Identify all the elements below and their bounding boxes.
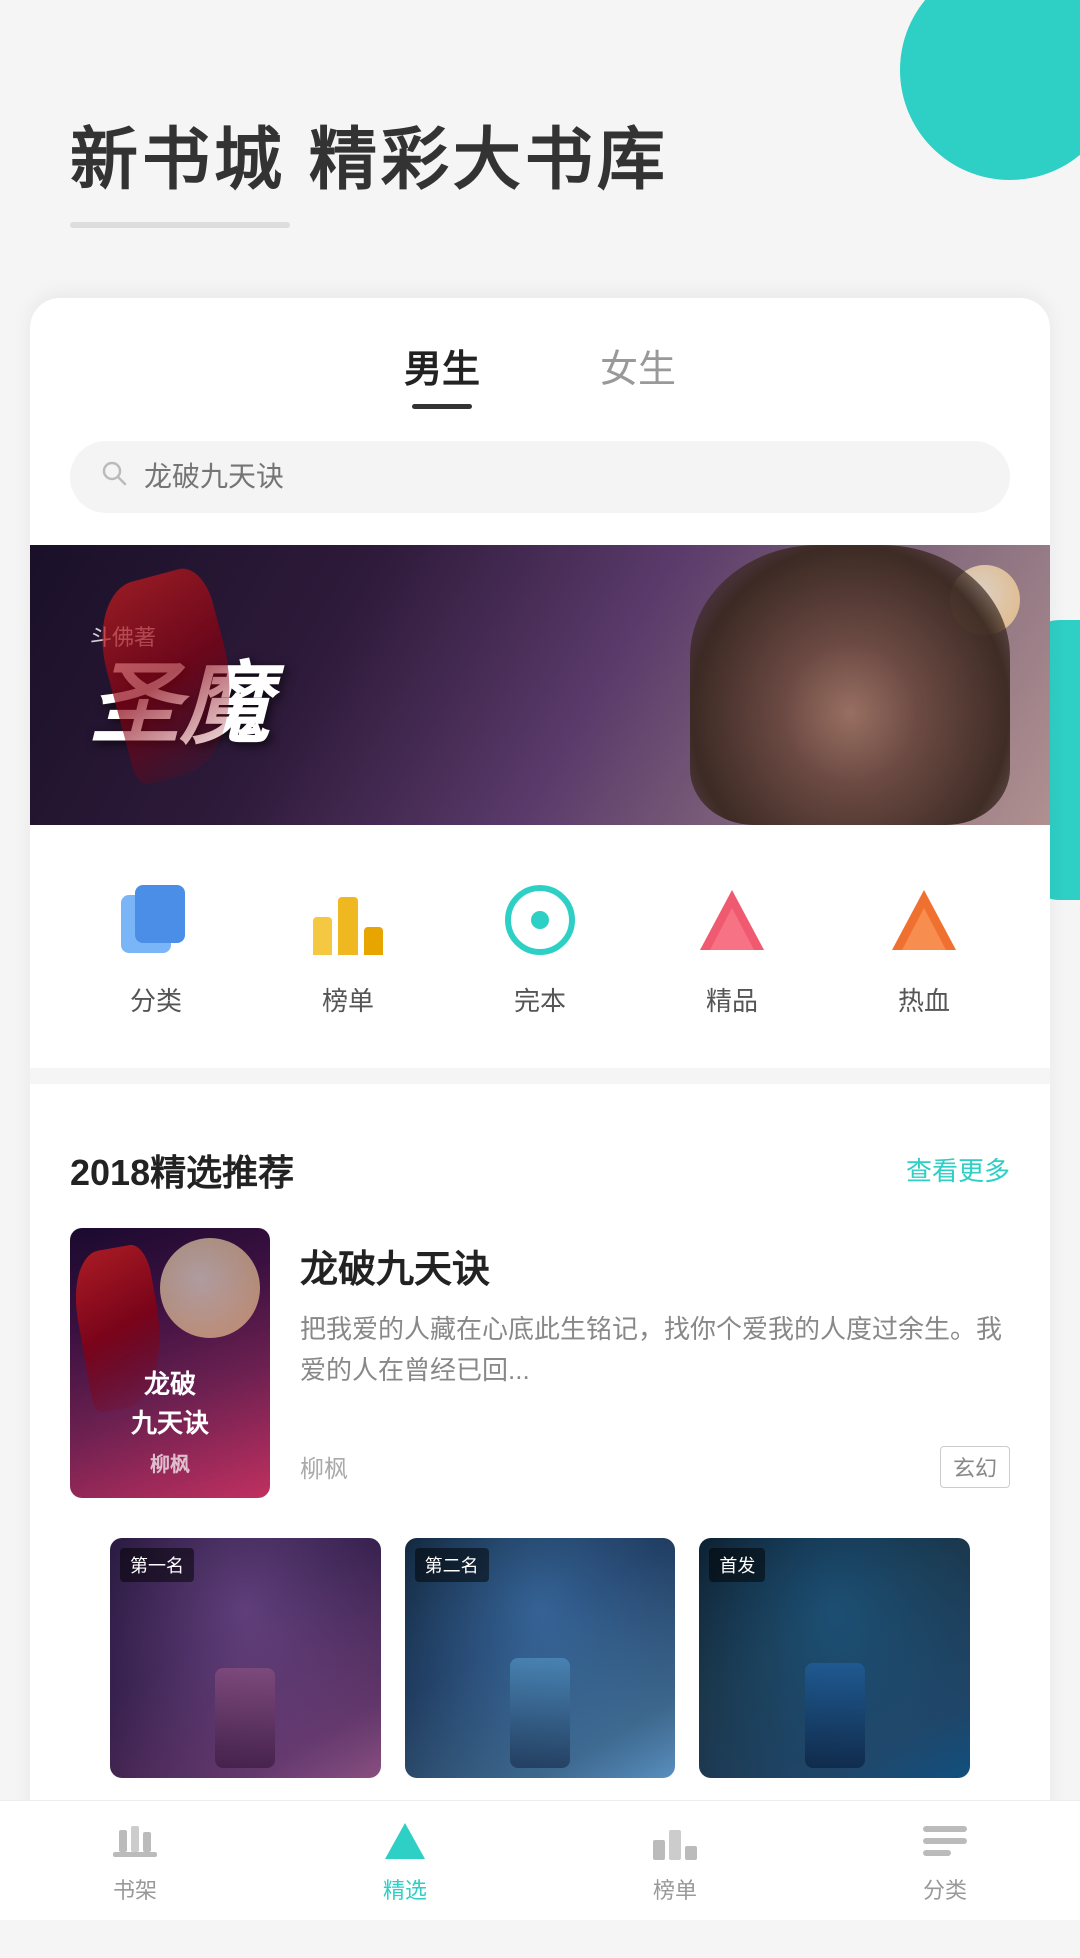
rank-icon (303, 875, 393, 965)
section-divider (30, 1068, 1050, 1084)
grid-book-2[interactable]: 第二名 (405, 1538, 676, 1778)
book-info: 龙破九天诀 把我爱的人藏在心底此生铭记，找你个爱我的人度过余生。我爱的人在曾经已… (300, 1228, 1010, 1498)
nav-rank[interactable]: 榜单 (540, 1817, 810, 1905)
book-title: 龙破九天诀 (300, 1238, 1010, 1293)
category-hot[interactable]: 热血 (879, 875, 969, 1018)
nav-shelf-label: 书架 (113, 1873, 157, 1905)
hot-label: 热血 (898, 981, 950, 1018)
quality-icon (687, 875, 777, 965)
grid-book-cover-1: 第一名 (110, 1538, 381, 1778)
bottom-navigation: 书架 精选 榜单 分类 (0, 1800, 1080, 1920)
book-author: 柳枫 (300, 1449, 348, 1484)
book-meta: 柳枫 玄幻 (300, 1446, 1010, 1488)
grid-book-badge-1: 第一名 (120, 1548, 194, 1582)
grid-book-cover-2: 第二名 (405, 1538, 676, 1778)
quality-label: 精品 (706, 981, 758, 1018)
cover-text: 龙破九天诀柳枫 (70, 1365, 270, 1482)
nav-rank-label: 榜单 (653, 1873, 697, 1905)
book-tag: 玄幻 (940, 1446, 1010, 1488)
nav-classify[interactable]: 分类 (810, 1817, 1080, 1905)
cover-moon (160, 1238, 260, 1338)
rec-more-button[interactable]: 查看更多 (906, 1151, 1010, 1188)
category-classify[interactable]: 分类 (111, 875, 201, 1018)
featured-icon (381, 1817, 429, 1865)
shelf-icon (111, 1817, 159, 1865)
grid-book-badge-3: 首发 (709, 1548, 765, 1582)
search-icon (100, 459, 128, 495)
banner-figure (690, 545, 1010, 825)
quick-categories: 分类 榜单 完本 (30, 825, 1050, 1048)
page-title: 新书城 精彩大书库 (70, 120, 1010, 202)
nav-shelf[interactable]: 书架 (0, 1817, 270, 1905)
hot-icon (879, 875, 969, 965)
nav-featured[interactable]: 精选 (270, 1817, 540, 1905)
category-complete[interactable]: 完本 (495, 875, 585, 1018)
complete-label: 完本 (514, 981, 566, 1018)
search-bar[interactable] (70, 441, 1010, 513)
rec-title: 2018精选推荐 (70, 1144, 294, 1196)
grid-book-cover-3: 首发 (699, 1538, 970, 1778)
rank-label: 榜单 (322, 981, 374, 1018)
nav-featured-label: 精选 (383, 1873, 427, 1905)
banner[interactable]: 斗佛著 圣魔 (30, 545, 1050, 825)
featured-book-item[interactable]: 龙破九天诀柳枫 龙破九天诀 把我爱的人藏在心底此生铭记，找你个爱我的人度过余生。… (70, 1228, 1010, 1498)
rec-header: 2018精选推荐 查看更多 (70, 1144, 1010, 1196)
book-description: 把我爱的人藏在心底此生铭记，找你个爱我的人度过余生。我爱的人在曾经已回... (300, 1309, 1010, 1392)
rank-nav-icon (651, 1817, 699, 1865)
main-card: 男生 女生 斗佛著 圣魔 (30, 298, 1050, 1818)
classify-nav-icon (921, 1817, 969, 1865)
category-rank[interactable]: 榜单 (303, 875, 393, 1018)
search-input[interactable] (144, 461, 980, 493)
category-quality[interactable]: 精品 (687, 875, 777, 1018)
classify-icon (111, 875, 201, 965)
tab-female[interactable]: 女生 (600, 338, 676, 409)
nav-classify-label: 分类 (923, 1873, 967, 1905)
title-underbar (70, 222, 290, 228)
book-cover-large: 龙破九天诀柳枫 (70, 1228, 270, 1498)
header-area: 新书城 精彩大书库 (0, 0, 1080, 268)
grid-book-1[interactable]: 第一名 (110, 1538, 381, 1778)
classify-label: 分类 (130, 981, 182, 1018)
tab-male[interactable]: 男生 (404, 338, 480, 409)
recommendations-section: 2018精选推荐 查看更多 龙破九天诀柳枫 龙破九天诀 把我爱的人藏在心底此生铭… (30, 1104, 1050, 1778)
grid-book-3[interactable]: 首发 (699, 1538, 970, 1778)
tabs-row: 男生 女生 (30, 298, 1050, 409)
grid-book-badge-2: 第二名 (415, 1548, 489, 1582)
complete-icon (495, 875, 585, 965)
book-grid: 第一名 第二名 首发 (70, 1538, 1010, 1778)
